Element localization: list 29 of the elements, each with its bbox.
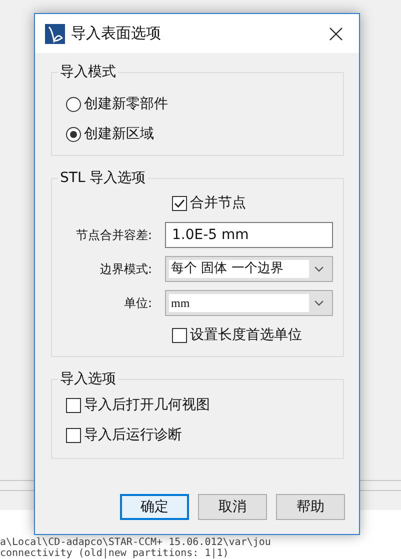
field-label: 边界模式: <box>100 260 152 278</box>
tolerance-field[interactable]: 1.0E-5 mm <box>165 222 333 248</box>
checkbox-label[interactable]: 合并节点 <box>190 194 246 212</box>
radio-label[interactable]: 创建新区域 <box>84 125 154 143</box>
field-label: 节点合并容差: <box>76 226 152 244</box>
checkbox[interactable] <box>66 398 81 412</box>
checkbox-label[interactable]: 导入后打开几何视图 <box>84 396 210 414</box>
checkbox-label[interactable]: 导入后运行诊断 <box>84 426 182 444</box>
group-title: 导入模式 <box>58 63 118 81</box>
radio-label[interactable]: 创建新零部件 <box>84 95 168 113</box>
checkbox-label[interactable]: 设置长度首选单位 <box>190 326 302 344</box>
boundary-mode-dropdown[interactable]: 每个 固体 一个边界 <box>165 256 333 282</box>
units-dropdown[interactable]: mm <box>165 290 333 316</box>
console-line: a\Local\CD-adapco\STAR-CCM+ 15.06.012\var\jou <box>0 537 271 548</box>
console-line: connectivity (old|new partitions: 1|1) <box>0 548 229 559</box>
dialog-button[interactable]: 取消 <box>198 494 267 520</box>
group-title: 导入选项 <box>58 370 118 388</box>
field-label: 单位: <box>124 294 152 312</box>
checkbox[interactable] <box>66 428 81 442</box>
close-icon <box>329 26 343 40</box>
checkbox[interactable] <box>172 196 187 210</box>
app-logo-icon <box>45 24 65 44</box>
checkbox[interactable] <box>172 328 187 342</box>
radio-button[interactable] <box>66 126 81 142</box>
window-title: 导入表面选项 <box>71 24 162 43</box>
radio-button[interactable] <box>66 96 81 112</box>
dialog-button[interactable]: 确定 <box>120 494 189 520</box>
group-title: STL 导入选项 <box>58 169 148 187</box>
dialog-button[interactable]: 帮助 <box>276 494 345 520</box>
